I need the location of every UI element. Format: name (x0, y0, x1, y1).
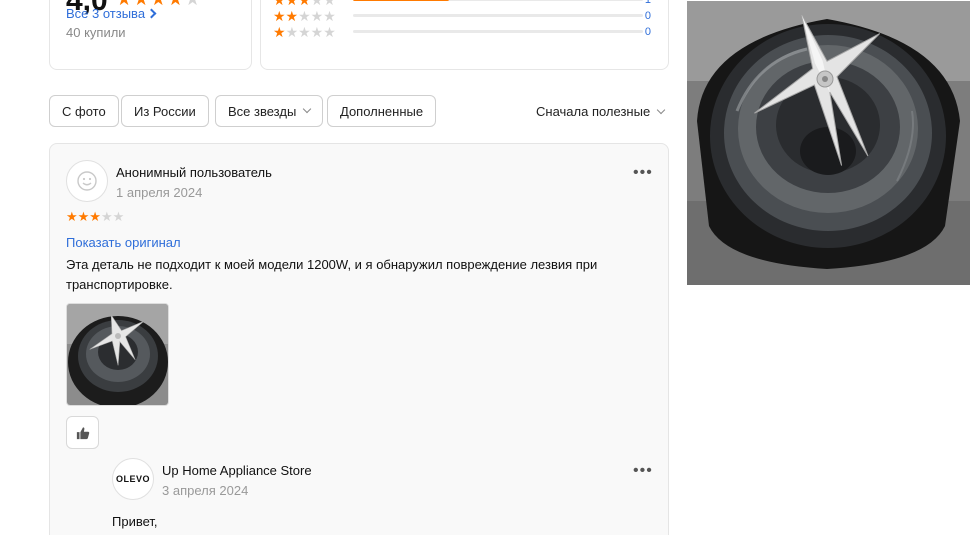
more-dots-icon[interactable]: ••• (633, 165, 653, 181)
rating-summary-card: 4,0 ★★★★★ Все 3 отзыва 40 купили (49, 0, 252, 70)
more-dots-icon[interactable]: ••• (633, 463, 653, 479)
review-author: Анонимный пользователь (116, 165, 272, 180)
thumbs-up-icon (76, 426, 89, 439)
all-reviews-label: Все 3 отзыва (66, 6, 146, 21)
store-logo: OLEVO (112, 458, 154, 500)
store-name: Up Home Appliance Store (162, 463, 312, 478)
show-original-link[interactable]: Показать оригинал (66, 235, 181, 250)
filter-from-russia-button[interactable]: Из России (121, 95, 209, 127)
sort-dropdown[interactable]: Сначала полезные (536, 104, 666, 119)
rating-row-stars: ★★★★★ (273, 8, 336, 24)
store-logo-text: OLEVO (115, 474, 150, 484)
review-date: 1 апреля 2024 (116, 185, 203, 200)
filter-supplemented-button[interactable]: Дополненные (327, 95, 437, 127)
rating-bar (353, 0, 643, 1)
rating-bar-fill (353, 0, 449, 1)
review-stars: ★★★★★ (66, 209, 125, 224)
reply-date: 3 апреля 2024 (162, 483, 249, 498)
chevron-down-icon (303, 104, 312, 114)
chevron-right-icon (146, 8, 157, 19)
filter-with-photo-button[interactable]: С фото (49, 95, 119, 127)
rating-row-stars: ★★★★★ (273, 24, 336, 40)
chevron-down-icon (656, 105, 666, 114)
rating-row-2[interactable]: ★★★★★ 0 (273, 8, 663, 24)
rating-bar (353, 30, 643, 33)
rating-count: 0 (644, 26, 651, 38)
review-photo-preview[interactable] (687, 1, 970, 285)
reply-text: Привет, (112, 514, 158, 529)
rating-bar (353, 14, 643, 17)
sort-label: Сначала полезные (536, 104, 651, 119)
rating-row-stars: ★★★★★ (273, 0, 336, 8)
rating-distribution-card: ★★★★★ 1 ★★★★★ 1 ★★★★★ 0 ★★★★★ 0 (260, 0, 669, 70)
rating-count: 1 (644, 0, 651, 6)
review-card: Анонимный пользователь 1 апреля 2024 •••… (49, 143, 669, 535)
filter-all-stars-label: Все звезды (228, 103, 297, 119)
bought-count: 40 купили (66, 25, 126, 40)
review-photo-thumbnail[interactable] (66, 303, 169, 406)
review-text: Эта деталь не подходит к моей модели 120… (66, 257, 598, 292)
rating-count: 0 (644, 10, 651, 22)
anonymous-avatar-icon (66, 160, 108, 202)
rating-row-1[interactable]: ★★★★★ 0 (273, 24, 663, 40)
like-button[interactable] (66, 416, 99, 449)
filter-all-stars-dropdown[interactable]: Все звезды (215, 95, 324, 127)
rating-row-3[interactable]: ★★★★★ 1 (273, 0, 663, 8)
all-reviews-link[interactable]: Все 3 отзыва (66, 6, 157, 21)
